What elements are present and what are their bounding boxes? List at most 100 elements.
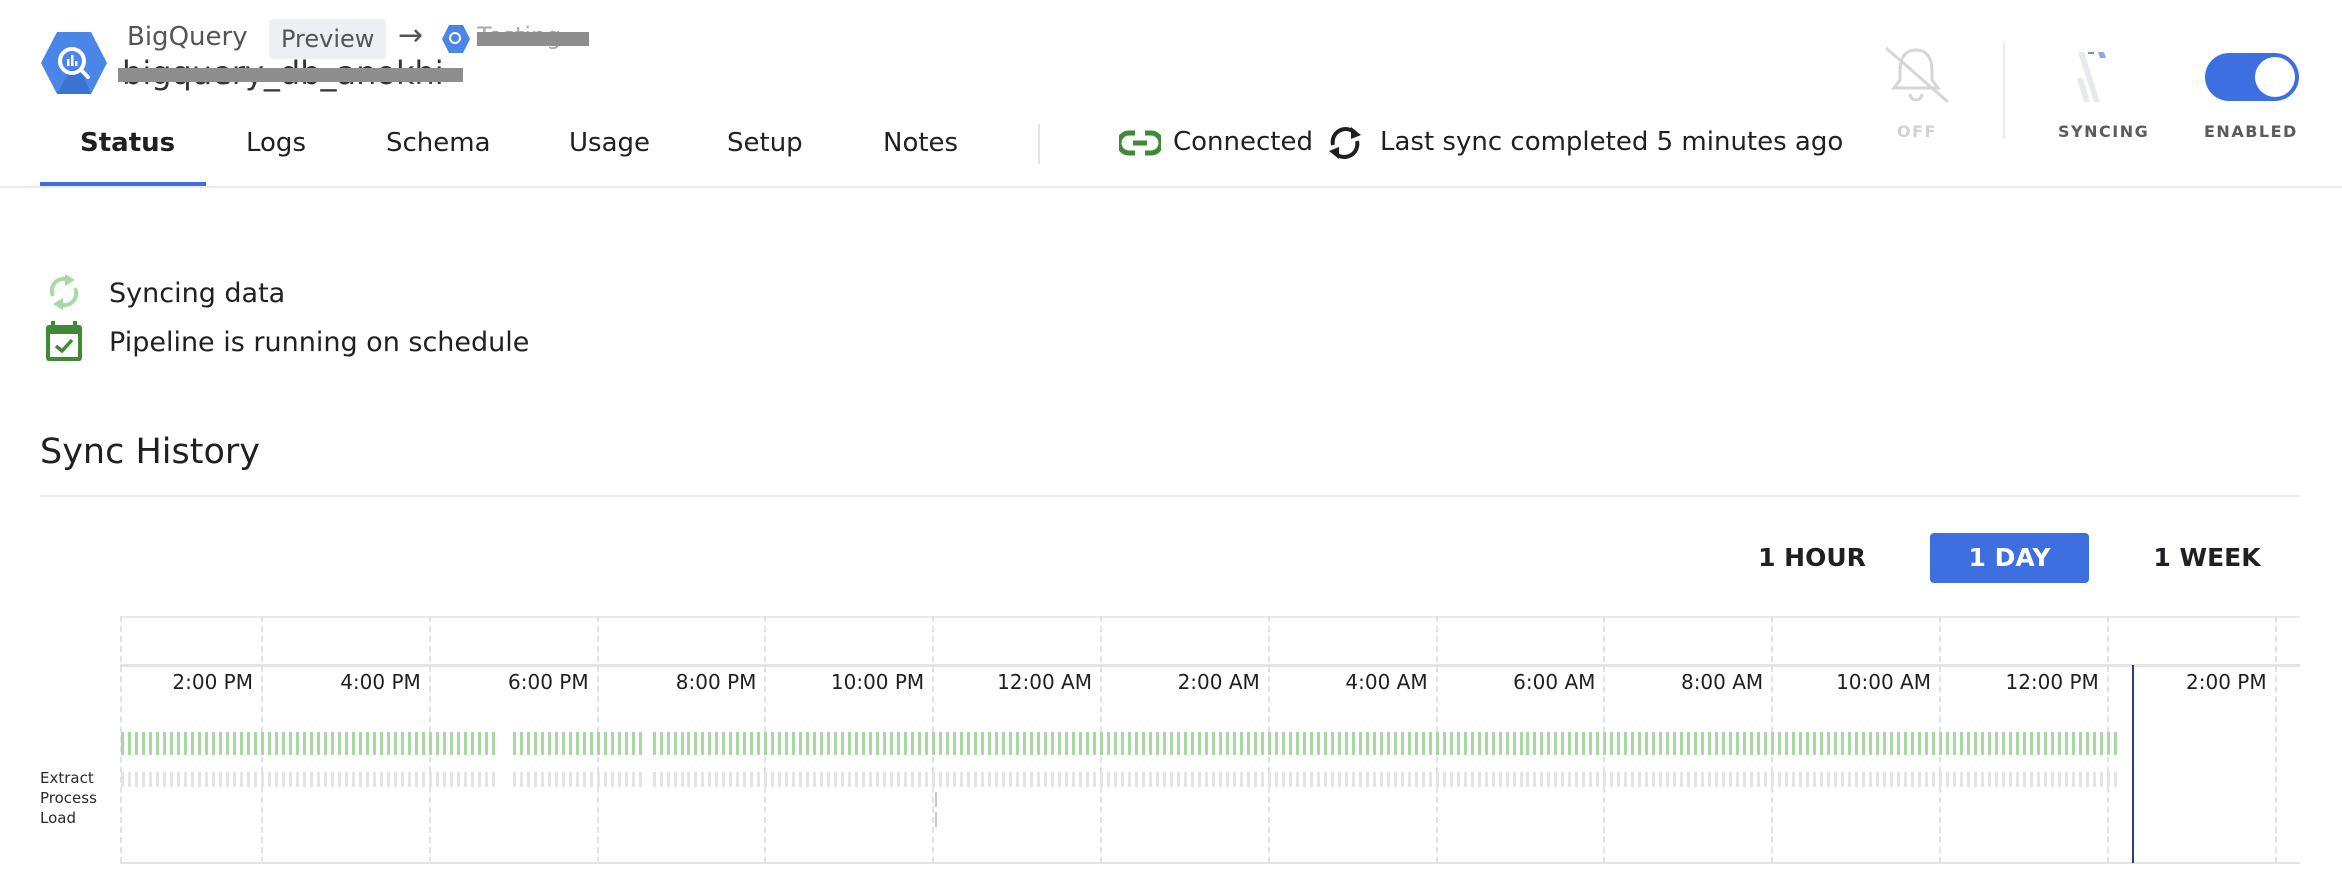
- extract-bar: [1372, 772, 1376, 787]
- extract-bar: [1855, 772, 1859, 787]
- sync-bar: [254, 732, 257, 755]
- alerts-label: OFF: [1897, 122, 1937, 141]
- extract-bar: [302, 772, 306, 787]
- tab-status[interactable]: Status: [80, 128, 175, 158]
- extract-bar: [1589, 772, 1593, 787]
- sync-bar: [1218, 732, 1222, 755]
- alerts-off-button[interactable]: OFF: [1870, 44, 1964, 144]
- extract-bar: [1554, 772, 1558, 787]
- extract-bar: [1750, 772, 1754, 787]
- sync-bar: [1862, 732, 1866, 755]
- sync-bar: [1065, 732, 1069, 755]
- extract-bar: [1736, 772, 1740, 787]
- extract-bar: [736, 772, 740, 787]
- sync-bar: [274, 732, 278, 755]
- chart-gridline: [1267, 616, 1270, 863]
- extract-bar: [267, 772, 271, 787]
- enabled-toggle[interactable]: [2205, 53, 2299, 101]
- range-1-hour-button[interactable]: 1 HOUR: [1742, 533, 1882, 583]
- tab-setup[interactable]: Setup: [727, 128, 803, 158]
- sync-bar: [897, 732, 901, 755]
- sync-bar: [827, 732, 831, 755]
- sync-bar: [233, 732, 237, 755]
- tab-notes[interactable]: Notes: [883, 128, 958, 158]
- extract-bar: [582, 772, 586, 787]
- tab-usage[interactable]: Usage: [569, 128, 650, 158]
- sync-bar: [729, 732, 733, 755]
- sync-bar: [687, 732, 691, 755]
- sync-bar: [792, 732, 796, 755]
- extract-bar: [295, 772, 299, 787]
- sync-bar: [1302, 732, 1306, 755]
- sync-bar: [484, 732, 488, 755]
- x-tick-label: 4:00 AM: [1345, 670, 1428, 694]
- sync-bar: [1463, 732, 1467, 755]
- sync-bar: [1638, 732, 1642, 755]
- sync-bar: [1393, 732, 1397, 755]
- range-1-day-button[interactable]: 1 DAY: [1930, 533, 2089, 583]
- extract-bar: [1358, 772, 1362, 787]
- sync-bar: [1120, 732, 1124, 755]
- sync-bar: [512, 732, 516, 755]
- sync-bar: [904, 732, 908, 755]
- sync-bar: [1959, 732, 1963, 755]
- link-icon: [1116, 129, 1164, 161]
- extract-bar: [435, 772, 439, 787]
- extract-bar: [449, 772, 453, 787]
- extract-bar: [1652, 772, 1656, 787]
- extract-bar: [1351, 772, 1355, 787]
- sync-bar: [1414, 732, 1418, 755]
- extract-bar: [1959, 772, 1963, 787]
- extract-bar: [184, 772, 188, 787]
- sync-bar: [995, 732, 999, 755]
- chart-gridline: [1435, 616, 1438, 863]
- extract-bar: [680, 772, 684, 787]
- sync-bar: [1379, 732, 1383, 755]
- sync-bar: [1344, 732, 1348, 755]
- sync-bar: [1876, 732, 1880, 755]
- extract-bar: [1792, 772, 1796, 787]
- extract-bar: [666, 772, 670, 787]
- extract-bar: [1309, 772, 1313, 787]
- extract-bar: [848, 772, 852, 787]
- chart-top-border: [120, 616, 2300, 618]
- sync-bar: [1575, 732, 1579, 755]
- extract-bar: [995, 772, 999, 787]
- extract-bar: [1820, 772, 1824, 787]
- sync-bar: [247, 732, 251, 755]
- sync-bar: [568, 732, 572, 755]
- extract-bar: [1002, 772, 1006, 787]
- extract-bar: [771, 772, 775, 787]
- extract-bar: [274, 772, 278, 787]
- sync-bar: [1799, 732, 1803, 755]
- extract-bar: [932, 772, 936, 787]
- extract-bar: [1072, 772, 1076, 787]
- extract-bar: [407, 772, 411, 787]
- sync-bar: [1540, 732, 1544, 755]
- sync-bar: [771, 732, 775, 755]
- extract-bar: [1994, 772, 1998, 787]
- extract-bar: [1302, 772, 1306, 787]
- sync-bar: [170, 732, 174, 755]
- sync-bar: [393, 732, 397, 755]
- sync-bar: [470, 732, 474, 755]
- current-time-line: [2131, 665, 2134, 863]
- extract-bar: [1393, 772, 1397, 787]
- range-1-week-button[interactable]: 1 WEEK: [2137, 533, 2277, 583]
- extract-bar: [1120, 772, 1124, 787]
- destination-bigquery-icon: [441, 24, 471, 58]
- extract-bar: [813, 772, 817, 787]
- sync-bar: [694, 732, 698, 755]
- sync-bar: [1072, 732, 1076, 755]
- extract-bar: [1687, 772, 1691, 787]
- extract-bar: [890, 772, 894, 787]
- extract-bar: [1638, 772, 1642, 787]
- sync-bar: [652, 732, 656, 755]
- extract-bar: [135, 772, 139, 787]
- tab-schema[interactable]: Schema: [386, 128, 491, 158]
- sync-bar: [1148, 732, 1152, 755]
- sync-bar: [673, 732, 677, 755]
- extract-bar: [729, 772, 733, 787]
- x-tick-label: 8:00 AM: [1680, 670, 1764, 694]
- tab-logs[interactable]: Logs: [246, 128, 306, 158]
